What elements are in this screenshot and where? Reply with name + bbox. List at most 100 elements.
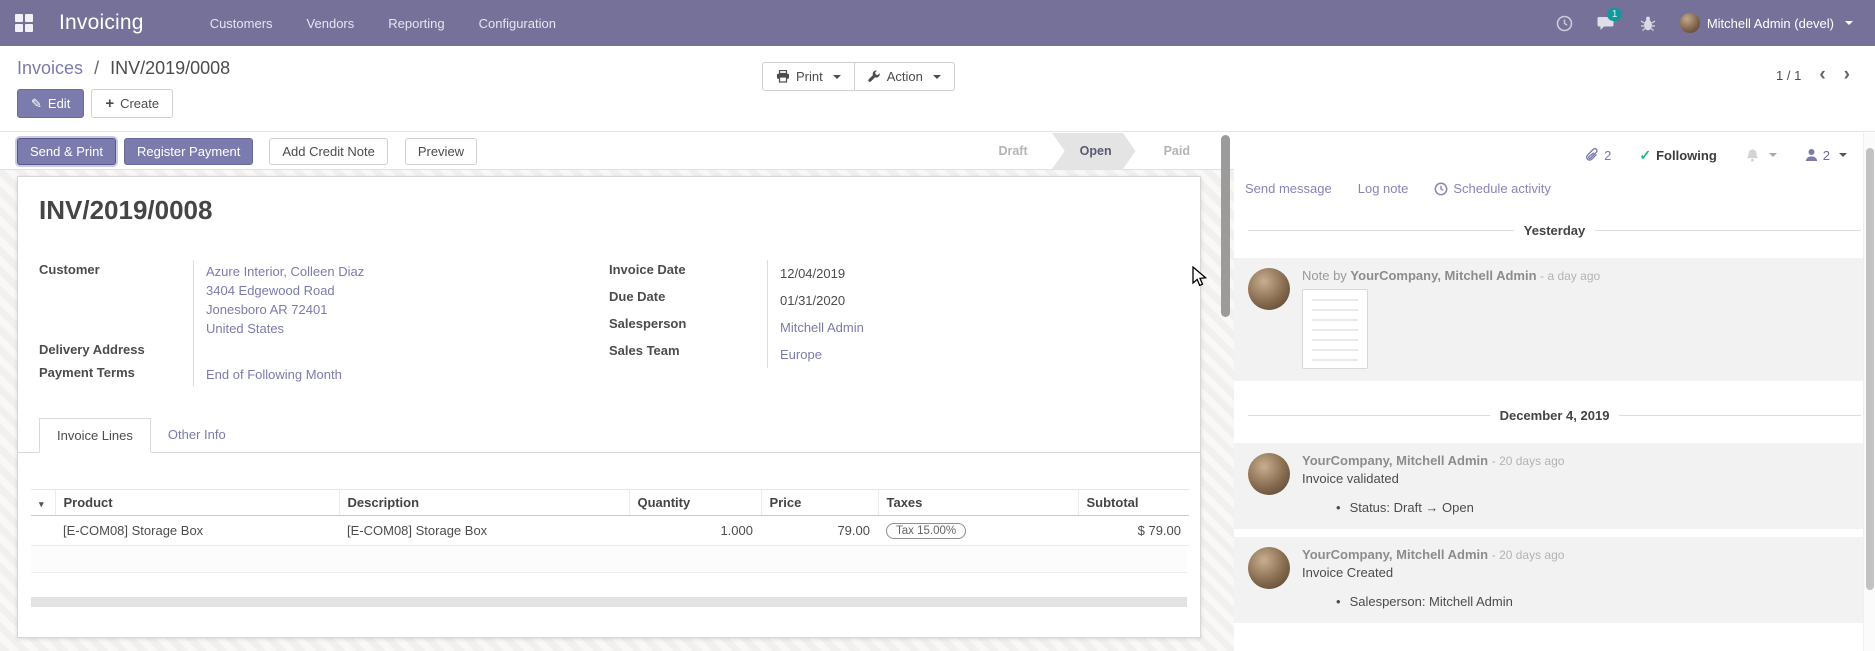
statusbar-buttons: Send & Print Register Payment Add Credit…	[17, 138, 477, 165]
printer-icon	[776, 70, 790, 83]
salesperson-link[interactable]: Mitchell Admin	[767, 314, 1179, 341]
register-payment-button[interactable]: Register Payment	[124, 138, 253, 165]
empty-line	[31, 546, 1187, 573]
header-product[interactable]: Product	[55, 490, 339, 516]
cell-product: [E-COM08] Storage Box	[55, 516, 339, 546]
status-step-draft[interactable]: Draft	[970, 133, 1051, 170]
customer-link[interactable]: Azure Interior, Colleen Diaz	[206, 262, 609, 281]
status-step-open[interactable]: Open	[1052, 133, 1136, 170]
chatter-scrollbar[interactable]	[1863, 133, 1875, 651]
sort-caret-icon[interactable]: ▾	[39, 499, 44, 509]
menu-configuration[interactable]: Configuration	[479, 16, 556, 31]
person-icon	[1805, 148, 1818, 162]
menu-reporting[interactable]: Reporting	[388, 16, 444, 31]
menu-customers[interactable]: Customers	[210, 16, 273, 31]
print-button[interactable]: Print	[762, 62, 855, 91]
user-name: Mitchell Admin (devel)	[1707, 16, 1834, 31]
chatter-panel: 2 ✓ Following 2 Send message Log	[1234, 133, 1875, 651]
sales-team-link[interactable]: Europe	[767, 341, 1179, 368]
field-group-left: Customer Azure Interior, Colleen Diaz 34…	[39, 260, 609, 386]
pager: 1 / 1 ‹ ›	[1776, 66, 1850, 84]
header-description[interactable]: Description	[339, 490, 629, 516]
message-author[interactable]: YourCompany, Mitchell Admin	[1302, 453, 1488, 468]
attachments-button[interactable]: 2	[1585, 148, 1611, 163]
messages-badge: 1	[1607, 8, 1623, 21]
send-print-button[interactable]: Send & Print	[17, 138, 116, 165]
header-quantity[interactable]: Quantity	[629, 490, 761, 516]
date-divider-december: December 4, 2019	[1248, 408, 1861, 423]
message-author[interactable]: YourCompany, Mitchell Admin	[1302, 547, 1488, 562]
chevron-down-icon	[1845, 21, 1853, 25]
mouse-cursor	[1192, 266, 1208, 291]
attachments-count: 2	[1604, 148, 1611, 163]
plus-icon: +	[105, 95, 114, 112]
message-body: Invoice Created	[1302, 565, 1861, 580]
breadcrumb-invoices[interactable]: Invoices	[17, 58, 83, 78]
navbar-right: 1 Mitchell Admin (devel)	[1556, 13, 1853, 33]
field-salesperson: Salesperson Mitchell Admin	[609, 314, 1179, 341]
apps-grid-icon[interactable]	[15, 14, 33, 32]
note-prefix: Note by	[1302, 268, 1350, 283]
top-navbar: Invoicing Customers Vendors Reporting Co…	[0, 0, 1875, 46]
edit-button[interactable]: ✎ Edit	[17, 89, 84, 118]
followers-button[interactable]: 2	[1805, 148, 1847, 163]
action-button[interactable]: Action	[855, 62, 955, 91]
form-scrollbar-thumb[interactable]	[1221, 135, 1230, 317]
wrench-icon	[868, 70, 881, 83]
chatter-message-created: YourCompany, Mitchell Admin - 20 days ag…	[1234, 537, 1875, 623]
schedule-activity-button[interactable]: Schedule activity	[1434, 181, 1551, 196]
horizontal-scrollbar[interactable]	[31, 597, 1187, 607]
form-buttons: ✎ Edit + Create	[17, 89, 1875, 118]
check-icon: ✓	[1639, 147, 1651, 164]
table-row[interactable]: [E-COM08] Storage Box [E-COM08] Storage …	[31, 516, 1189, 546]
tax-badge: Tax 15.00%	[886, 523, 966, 539]
pager-previous-icon[interactable]: ‹	[1819, 66, 1825, 84]
tracking-change: Status: Draft → Open	[1336, 500, 1861, 515]
user-menu[interactable]: Mitchell Admin (devel)	[1680, 13, 1853, 33]
payment-terms-link[interactable]: End of Following Month	[193, 363, 609, 386]
cell-taxes: Tax 15.00%	[878, 516, 1078, 546]
message-author[interactable]: YourCompany, Mitchell Admin	[1350, 268, 1536, 283]
message-timestamp: - 20 days ago	[1492, 454, 1565, 468]
cell-quantity: 1.000	[629, 516, 761, 546]
create-button[interactable]: + Create	[91, 89, 173, 118]
log-note-button[interactable]: Log note	[1358, 181, 1409, 196]
chevron-down-icon	[933, 75, 941, 79]
menu-vendors[interactable]: Vendors	[307, 16, 355, 31]
header-subtotal[interactable]: Subtotal	[1078, 490, 1189, 516]
field-due-date: Due Date 01/31/2020	[609, 287, 1179, 314]
add-credit-note-button[interactable]: Add Credit Note	[269, 138, 388, 165]
activities-clock-icon[interactable]	[1556, 15, 1573, 32]
chatter-topbar: 2 ✓ Following 2	[1234, 133, 1875, 177]
scrollbar-thumb[interactable]	[1866, 148, 1874, 590]
avatar	[1248, 547, 1290, 589]
invoice-sheet: INV/2019/0008 Customer Azure Interior, C…	[17, 176, 1201, 638]
notebook-tabs: Invoice Lines Other Info	[18, 418, 1200, 453]
message-timestamp: - 20 days ago	[1492, 548, 1565, 562]
pager-counter: 1 / 1	[1776, 68, 1801, 83]
send-message-button[interactable]: Send message	[1245, 181, 1332, 196]
field-group-right: Invoice Date 12/04/2019 Due Date 01/31/2…	[609, 260, 1179, 386]
field-invoice-date: Invoice Date 12/04/2019	[609, 260, 1179, 287]
header-taxes[interactable]: Taxes	[878, 490, 1078, 516]
tab-other-info[interactable]: Other Info	[151, 418, 243, 452]
chevron-down-icon	[1769, 153, 1777, 157]
pager-next-icon[interactable]: ›	[1844, 66, 1850, 84]
header-price[interactable]: Price	[761, 490, 878, 516]
field-delivery-address: Delivery Address	[39, 340, 609, 363]
avatar	[1248, 453, 1290, 495]
empty-line	[31, 573, 1187, 597]
attachment-preview[interactable]	[1302, 289, 1368, 369]
paperclip-icon	[1585, 148, 1599, 163]
chatter-message-note: Note by YourCompany, Mitchell Admin - a …	[1234, 258, 1875, 381]
app-title[interactable]: Invoicing	[59, 11, 144, 35]
status-step-paid[interactable]: Paid	[1136, 133, 1214, 170]
following-button[interactable]: ✓ Following	[1639, 147, 1716, 164]
notifications-bell-button[interactable]	[1745, 148, 1777, 163]
preview-button[interactable]: Preview	[405, 138, 477, 165]
messages-icon[interactable]: 1	[1597, 15, 1616, 32]
clock-icon	[1434, 182, 1448, 196]
bug-icon[interactable]	[1640, 15, 1656, 32]
tab-invoice-lines[interactable]: Invoice Lines	[39, 418, 151, 453]
field-sales-team: Sales Team Europe	[609, 341, 1179, 368]
